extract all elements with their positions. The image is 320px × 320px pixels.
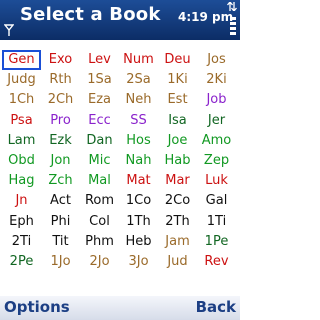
book-jon[interactable]: Jon	[41, 151, 80, 171]
book-1sa[interactable]: 1Sa	[80, 70, 119, 90]
book-2jo[interactable]: 2Jo	[80, 252, 119, 272]
book-zch[interactable]: Zch	[41, 171, 80, 191]
book-2ti[interactable]: 2Ti	[2, 232, 41, 252]
signal-icon	[4, 24, 14, 36]
book-gen[interactable]: Gen	[2, 50, 41, 71]
book-2ch[interactable]: 2Ch	[41, 90, 80, 110]
options-softkey[interactable]: Options	[4, 298, 70, 316]
book-act[interactable]: Act	[41, 191, 80, 211]
back-softkey[interactable]: Back	[196, 298, 236, 316]
book-zep[interactable]: Zep	[197, 151, 236, 171]
book-judg[interactable]: Judg	[2, 70, 41, 90]
book-isa[interactable]: Isa	[158, 111, 197, 131]
book-est[interactable]: Est	[158, 90, 197, 110]
book-dan[interactable]: Dan	[80, 131, 119, 151]
book-obd[interactable]: Obd	[2, 151, 41, 171]
book-job[interactable]: Job	[197, 90, 236, 110]
book-nah[interactable]: Nah	[119, 151, 158, 171]
book-hos[interactable]: Hos	[119, 131, 158, 151]
book-rth[interactable]: Rth	[41, 70, 80, 90]
book-rom[interactable]: Rom	[80, 191, 119, 211]
book-pro[interactable]: Pro	[41, 111, 80, 131]
page-title: Select a Book	[20, 4, 161, 25]
book-2sa[interactable]: 2Sa	[119, 70, 158, 90]
book-rev[interactable]: Rev	[197, 252, 236, 272]
book-col[interactable]: Col	[80, 212, 119, 232]
book-2co[interactable]: 2Co	[158, 191, 197, 211]
title-bar: Select a Book 4:19 pm	[0, 0, 240, 40]
battery-icon	[230, 17, 236, 35]
book-psa[interactable]: Psa	[2, 111, 41, 131]
softkey-bar: Options Back	[0, 296, 240, 320]
book-hag[interactable]: Hag	[2, 171, 41, 191]
clock: 4:19 pm	[178, 10, 234, 24]
book-phi[interactable]: Phi	[41, 212, 80, 232]
book-deu[interactable]: Deu	[158, 50, 197, 70]
book-num[interactable]: Num	[119, 50, 158, 70]
book-amo[interactable]: Amo	[197, 131, 236, 151]
book-eph[interactable]: Eph	[2, 212, 41, 232]
book-tit[interactable]: Tit	[41, 232, 80, 252]
book-1pe[interactable]: 1Pe	[197, 232, 236, 252]
book-1co[interactable]: 1Co	[119, 191, 158, 211]
book-lam[interactable]: Lam	[2, 131, 41, 151]
book-exo[interactable]: Exo	[41, 50, 80, 70]
book-gal[interactable]: Gal	[197, 191, 236, 211]
book-neh[interactable]: Neh	[119, 90, 158, 110]
book-mar[interactable]: Mar	[158, 171, 197, 191]
book-ezk[interactable]: Ezk	[41, 131, 80, 151]
book-jn[interactable]: Jn	[2, 191, 41, 211]
book-heb[interactable]: Heb	[119, 232, 158, 252]
book-1ch[interactable]: 1Ch	[2, 90, 41, 110]
book-jud[interactable]: Jud	[158, 252, 197, 272]
book-hab[interactable]: Hab	[158, 151, 197, 171]
book-1jo[interactable]: 1Jo	[41, 252, 80, 272]
book-2pe[interactable]: 2Pe	[2, 252, 41, 272]
book-3jo[interactable]: 3Jo	[119, 252, 158, 272]
book-jam[interactable]: Jam	[158, 232, 197, 252]
book-jos[interactable]: Jos	[197, 50, 236, 70]
book-mic[interactable]: Mic	[80, 151, 119, 171]
book-1ki[interactable]: 1Ki	[158, 70, 197, 90]
book-mal[interactable]: Mal	[80, 171, 119, 191]
book-jer[interactable]: Jer	[197, 111, 236, 131]
book-2ki[interactable]: 2Ki	[197, 70, 236, 90]
book-1th[interactable]: 1Th	[119, 212, 158, 232]
book-phm[interactable]: Phm	[80, 232, 119, 252]
book-1ti[interactable]: 1Ti	[197, 212, 236, 232]
book-ecc[interactable]: Ecc	[80, 111, 119, 131]
book-ss[interactable]: SS	[119, 111, 158, 131]
network-icon	[227, 2, 237, 11]
book-joe[interactable]: Joe	[158, 131, 197, 151]
book-grid: Gen Exo Lev Num Deu Jos Judg Rth 1Sa 2Sa 1Ki 2Ki 1Ch…	[2, 50, 236, 272]
book-mat[interactable]: Mat	[119, 171, 158, 191]
book-lev[interactable]: Lev	[80, 50, 119, 70]
book-luk[interactable]: Luk	[197, 171, 236, 191]
book-eza[interactable]: Eza	[80, 90, 119, 110]
book-2th[interactable]: 2Th	[158, 212, 197, 232]
